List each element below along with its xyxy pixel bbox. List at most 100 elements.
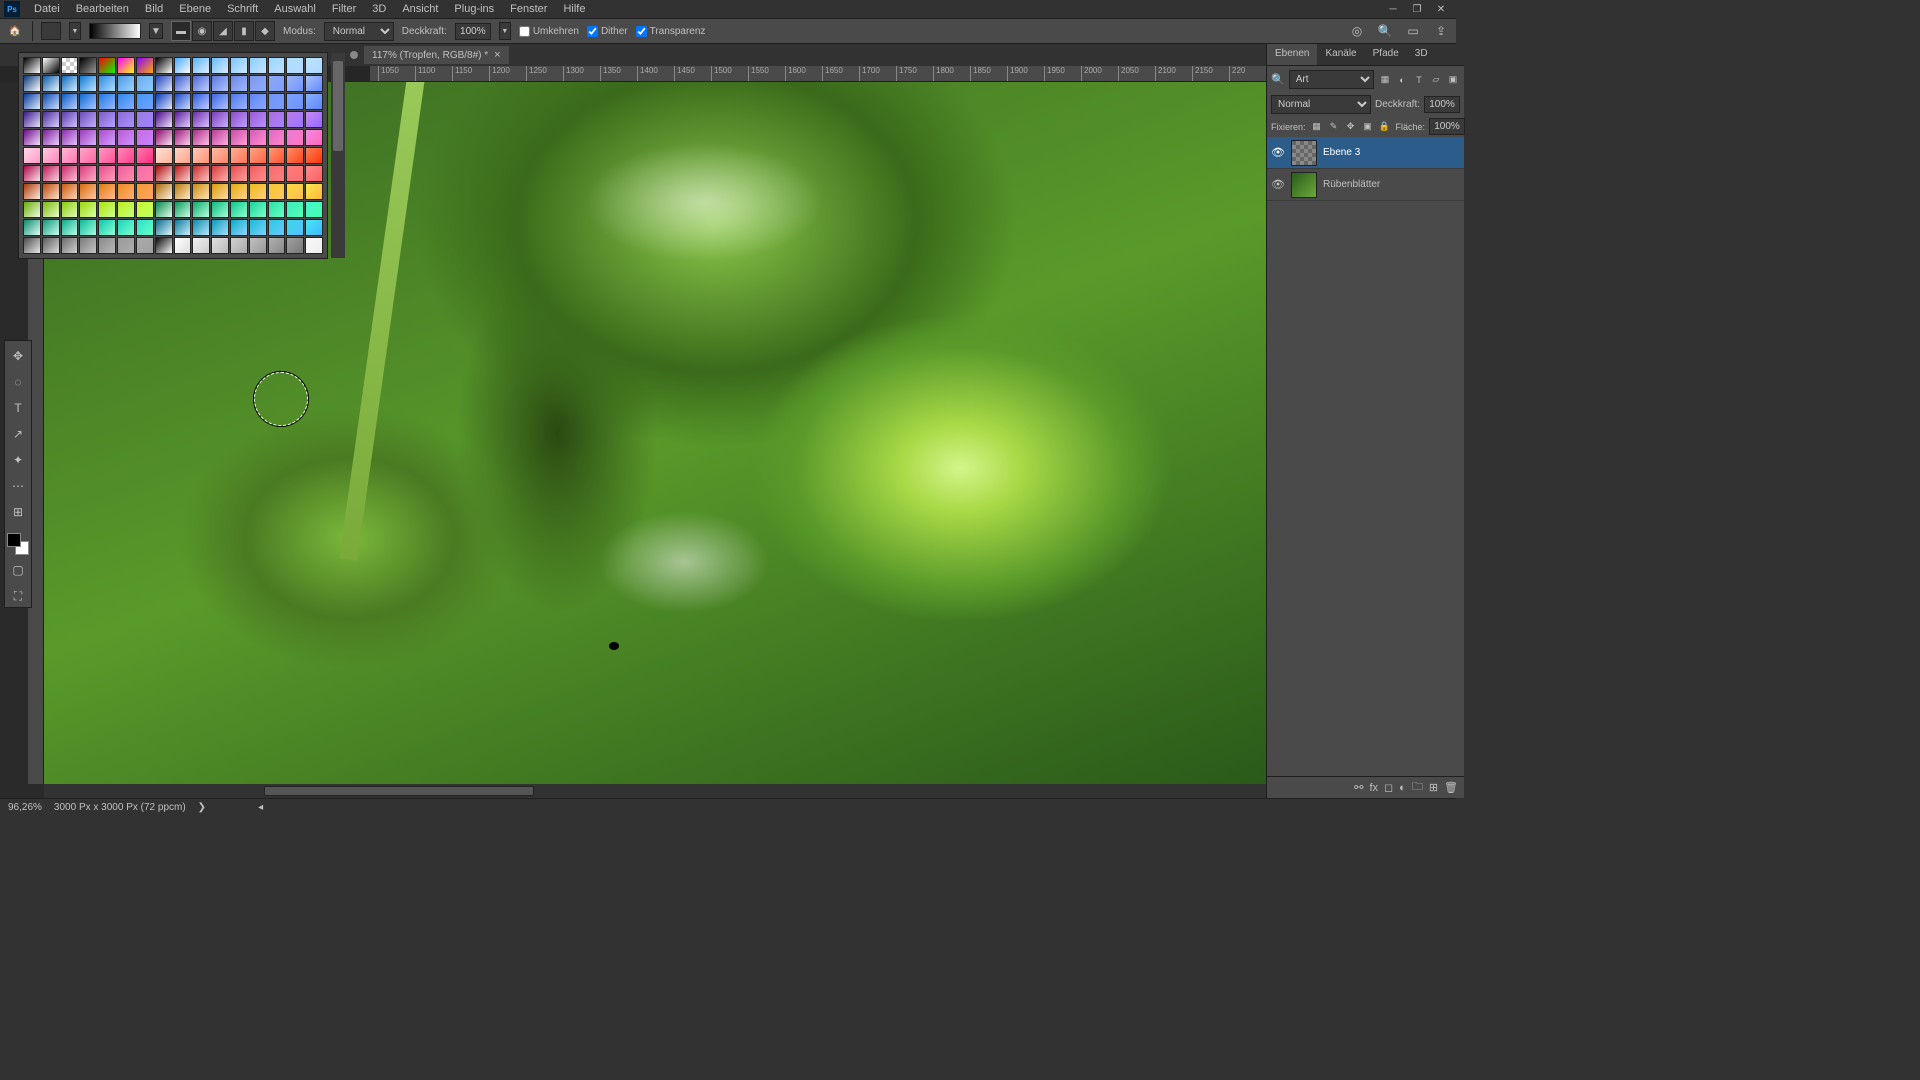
- select-subject-icon[interactable]: ◎: [1348, 22, 1366, 40]
- gradient-swatch[interactable]: [117, 147, 135, 164]
- gradient-swatch[interactable]: [305, 165, 323, 182]
- gradient-swatch[interactable]: [192, 75, 210, 92]
- gradient-swatch[interactable]: [174, 201, 192, 218]
- layer-name[interactable]: Rübenblätter: [1323, 179, 1380, 190]
- home-icon[interactable]: 🏠: [6, 22, 24, 40]
- gradient-swatch[interactable]: [117, 219, 135, 236]
- gradient-reflected-icon[interactable]: ▮: [234, 21, 254, 41]
- gradient-swatch[interactable]: [286, 93, 304, 110]
- gradient-swatch[interactable]: [286, 147, 304, 164]
- gradient-swatch[interactable]: [192, 129, 210, 146]
- gradient-swatch[interactable]: [305, 93, 323, 110]
- lock-all-icon[interactable]: 🔒: [1378, 120, 1392, 134]
- gradient-swatch[interactable]: [79, 147, 97, 164]
- gradient-swatch[interactable]: [249, 57, 267, 74]
- gradient-swatch[interactable]: [230, 111, 248, 128]
- gradient-swatch[interactable]: [61, 237, 79, 254]
- gradient-swatch[interactable]: [305, 111, 323, 128]
- tab-kanaele[interactable]: Kanäle: [1317, 44, 1364, 65]
- gradient-swatch[interactable]: [61, 219, 79, 236]
- gradient-swatch[interactable]: [155, 129, 173, 146]
- gradient-swatch[interactable]: [136, 219, 154, 236]
- gradient-swatch[interactable]: [79, 183, 97, 200]
- gradient-swatch[interactable]: [79, 111, 97, 128]
- gradient-swatch[interactable]: [211, 183, 229, 200]
- deckkraft-dropdown[interactable]: ▼: [499, 22, 511, 40]
- gradient-swatch[interactable]: [174, 165, 192, 182]
- gradient-swatch[interactable]: [211, 57, 229, 74]
- gradient-swatch[interactable]: [174, 219, 192, 236]
- quickmask-icon[interactable]: ▢: [7, 559, 29, 581]
- gradient-swatch[interactable]: [211, 129, 229, 146]
- transparenz-check[interactable]: Transparenz: [636, 26, 706, 37]
- gradient-swatch[interactable]: [305, 129, 323, 146]
- gradient-swatch[interactable]: [79, 129, 97, 146]
- gradient-swatch[interactable]: [23, 111, 41, 128]
- gradient-swatch[interactable]: [42, 57, 60, 74]
- gradient-swatch[interactable]: [249, 201, 267, 218]
- gradient-swatch[interactable]: [305, 201, 323, 218]
- tool-preset-dropdown[interactable]: ▼: [69, 22, 81, 40]
- gradient-swatch[interactable]: [61, 93, 79, 110]
- lasso-tool[interactable]: ◌: [7, 371, 29, 393]
- gradient-swatch[interactable]: [174, 147, 192, 164]
- gradient-swatch[interactable]: [249, 75, 267, 92]
- gradient-diamond-icon[interactable]: ◆: [255, 21, 275, 41]
- gradient-swatch[interactable]: [286, 183, 304, 200]
- type-tool[interactable]: T: [7, 397, 29, 419]
- gradient-swatch[interactable]: [136, 147, 154, 164]
- gradient-swatch[interactable]: [192, 183, 210, 200]
- layer-name[interactable]: Ebene 3: [1323, 147, 1360, 158]
- zoom-level[interactable]: 96,26%: [8, 802, 42, 813]
- gradient-swatch[interactable]: [286, 219, 304, 236]
- group-icon[interactable]: 🗀: [1412, 778, 1423, 797]
- gradient-swatch[interactable]: [23, 237, 41, 254]
- gradient-swatch[interactable]: [286, 57, 304, 74]
- gradient-swatch[interactable]: [174, 129, 192, 146]
- gradient-swatch[interactable]: [155, 183, 173, 200]
- gradient-swatch[interactable]: [230, 237, 248, 254]
- gradient-radial-icon[interactable]: ◉: [192, 21, 212, 41]
- gradient-swatch[interactable]: [42, 147, 60, 164]
- gradient-swatch[interactable]: [268, 201, 286, 218]
- menu-filter[interactable]: Filter: [324, 1, 364, 17]
- gradient-swatch[interactable]: [79, 57, 97, 74]
- gradient-swatch[interactable]: [230, 201, 248, 218]
- screenmode-icon[interactable]: ⛶: [7, 585, 29, 607]
- new-layer-icon[interactable]: ⊞: [1429, 781, 1438, 794]
- gradient-swatch[interactable]: [61, 201, 79, 218]
- gradient-swatch[interactable]: [268, 219, 286, 236]
- gradient-swatch[interactable]: [192, 93, 210, 110]
- deckkraft-input[interactable]: [455, 23, 491, 40]
- layer-row[interactable]: 👁 Rübenblätter: [1267, 169, 1464, 201]
- gradient-swatch[interactable]: [61, 129, 79, 146]
- gradient-swatch[interactable]: [79, 165, 97, 182]
- menu-ebene[interactable]: Ebene: [171, 1, 219, 17]
- gradient-swatch[interactable]: [42, 219, 60, 236]
- gradient-swatch[interactable]: [249, 237, 267, 254]
- gradient-swatch[interactable]: [136, 129, 154, 146]
- nav-left-icon[interactable]: ◂: [258, 802, 263, 813]
- gradient-swatch[interactable]: [23, 165, 41, 182]
- gradient-swatch[interactable]: [79, 75, 97, 92]
- gradient-swatch[interactable]: [23, 129, 41, 146]
- gradient-swatch[interactable]: [117, 237, 135, 254]
- gradient-swatch[interactable]: [117, 111, 135, 128]
- filter-adjust-icon[interactable]: ◐: [1395, 73, 1409, 87]
- gradient-swatch[interactable]: [192, 57, 210, 74]
- gradient-swatch[interactable]: [136, 57, 154, 74]
- gradient-swatch[interactable]: [286, 201, 304, 218]
- filter-shape-icon[interactable]: ▱: [1429, 73, 1443, 87]
- more-tool[interactable]: ⋯: [7, 475, 29, 497]
- gradient-swatch[interactable]: [23, 93, 41, 110]
- tab-pfade[interactable]: Pfade: [1365, 44, 1407, 65]
- gradient-swatch[interactable]: [211, 111, 229, 128]
- gradient-swatch[interactable]: [155, 57, 173, 74]
- gradient-swatch[interactable]: [136, 111, 154, 128]
- gradient-swatch[interactable]: [268, 111, 286, 128]
- link-layers-icon[interactable]: ⚯: [1354, 781, 1363, 794]
- gradient-swatch[interactable]: [192, 165, 210, 182]
- gradient-picker-toggle[interactable]: ▼: [149, 23, 163, 39]
- wand-tool[interactable]: ✦: [7, 449, 29, 471]
- adjustment-icon[interactable]: ◐: [1399, 782, 1406, 794]
